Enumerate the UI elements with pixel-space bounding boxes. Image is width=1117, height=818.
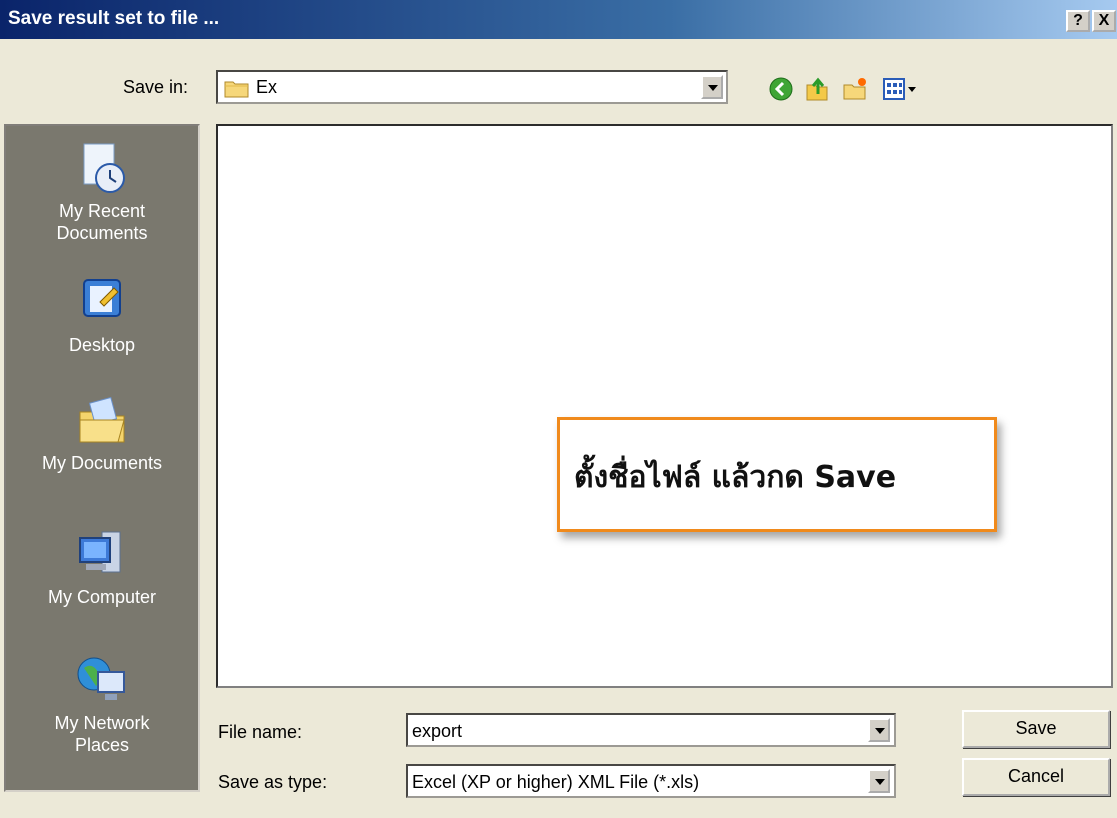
save-as-type-label: Save as type: xyxy=(218,772,328,792)
place-desktop[interactable]: Desktop xyxy=(6,272,198,356)
save-in-dropdown-arrow[interactable] xyxy=(701,75,723,99)
up-folder-icon[interactable] xyxy=(804,76,830,102)
instruction-callout: ตั้งชื่อไฟล์ แล้วกด Save xyxy=(557,417,997,532)
file-name-label: File name: xyxy=(218,722,303,742)
help-button[interactable]: ? xyxy=(1066,10,1090,32)
desktop-icon xyxy=(83,279,121,317)
window-title: Save result set to file ... xyxy=(8,8,220,29)
save-in-dropdown[interactable]: Ex xyxy=(216,70,728,104)
close-button[interactable]: X xyxy=(1092,10,1116,32)
save-in-value: Ex xyxy=(256,77,278,97)
place-label: My Documents xyxy=(41,453,163,473)
save-as-type-dropdown[interactable]: Excel (XP or higher) XML File (*.xls) xyxy=(406,764,896,798)
my-documents-icon xyxy=(79,396,125,443)
file-name-dropdown-arrow[interactable] xyxy=(868,718,890,742)
place-label: My Network Places xyxy=(54,713,150,755)
place-label: My Recent Documents xyxy=(56,201,148,243)
network-places-icon xyxy=(77,657,125,700)
my-computer-icon xyxy=(79,531,121,573)
views-menu-icon[interactable] xyxy=(882,76,918,102)
place-recent-documents[interactable]: My Recent Documents xyxy=(6,138,198,244)
places-bar: My Recent Documents Desktop My Documents… xyxy=(4,124,200,792)
save-in-label: Save in: xyxy=(123,77,189,97)
file-list[interactable]: ตั้งชื่อไฟล์ แล้วกด Save xyxy=(216,124,1113,688)
save-as-type-value: Excel (XP or higher) XML File (*.xls) xyxy=(412,772,700,792)
callout-text: ตั้งชื่อไฟล์ แล้วกด Save xyxy=(574,460,897,495)
file-name-input[interactable]: export xyxy=(406,713,896,747)
file-name-value: export xyxy=(412,721,463,741)
back-icon[interactable] xyxy=(768,76,794,102)
recent-documents-icon xyxy=(83,143,125,193)
cancel-button[interactable]: Cancel xyxy=(962,758,1110,796)
save-button[interactable]: Save xyxy=(962,710,1110,748)
save-as-type-dropdown-arrow[interactable] xyxy=(868,769,890,793)
folder-icon xyxy=(224,81,249,98)
new-folder-icon[interactable] xyxy=(842,76,868,102)
place-network-places[interactable]: My Network Places xyxy=(6,650,198,756)
place-my-documents[interactable]: My Documents xyxy=(6,390,198,474)
place-label: My Computer xyxy=(47,587,157,607)
place-label: Desktop xyxy=(68,335,136,355)
place-my-computer[interactable]: My Computer xyxy=(6,524,198,608)
title-bar[interactable]: Save result set to file ... ? X xyxy=(0,0,1117,39)
